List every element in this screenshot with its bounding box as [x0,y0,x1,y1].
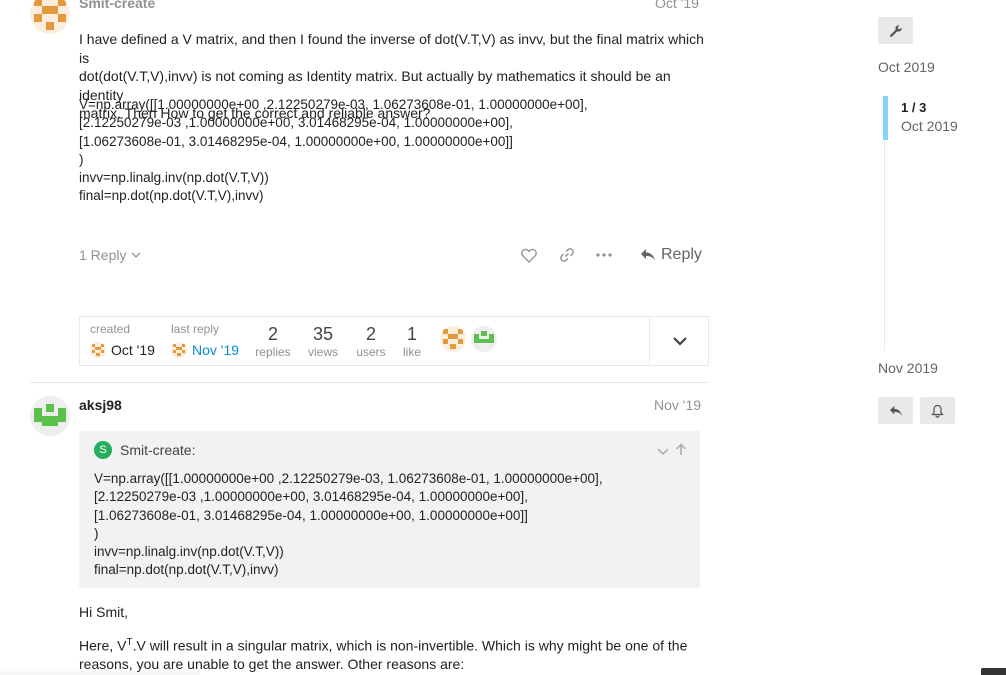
avatar-aksj98[interactable] [30,396,70,436]
topic-map-expand-button[interactable] [649,317,710,365]
post-code: V=np.array([[1.00000000e+00 ,2.12250279e… [79,96,588,206]
post-divider [30,382,710,383]
avatar-smit-create[interactable] [30,0,70,34]
identicon-green-icon [30,396,70,436]
code-line: invv=np.linalg.inv(np.dot(V.T,V)) [94,544,284,560]
stat-likes: 1 like [393,324,431,359]
stat-label: users [356,345,386,359]
last-reply-info[interactable]: Nov '19 [171,342,239,358]
chevron-down-icon [132,252,141,258]
participant-avatar[interactable] [471,326,497,352]
identicon-orange-icon [30,0,70,34]
code-line: [2.12250279e-03 ,1.00000000e+00, 3.01468… [79,115,513,131]
body-text: Here, V [79,637,127,654]
reply-button[interactable]: Reply [640,246,702,264]
stat-label: replies [255,345,291,359]
greeting: Hi Smit, [79,604,128,620]
admin-wrench-button[interactable] [878,17,913,44]
stat-number: 2 [365,324,376,344]
quote-author: Smit-create: [120,442,196,458]
ellipsis-icon [596,253,612,257]
code-line: final=np.dot(np.dot(V.T,V),invv) [94,562,279,578]
timeline-reply-button[interactable] [878,397,913,424]
replies-toggle-label: 1 Reply [79,247,127,263]
created-info[interactable]: Oct '19 [90,342,155,358]
stat-number: 1 [406,324,417,344]
identicon-small-icon [90,342,106,358]
timeline-start-date[interactable]: Oct 2019 [878,59,935,75]
arrow-up-icon [675,443,687,455]
code-line: [1.06273608e-01, 3.01468295e-04, 1.00000… [79,133,513,149]
post-body: Here, VT.V will result in a singular mat… [79,634,719,674]
code-line: [2.12250279e-03 ,1.00000000e+00, 3.01468… [94,489,528,505]
body-text: .V will result in a singular matrix, whi… [132,637,688,654]
last-reply-date: Nov '19 [192,342,240,358]
chevron-down-icon [657,448,669,456]
stat-label: views [307,345,338,359]
stat-views: 35 views [303,324,343,359]
timeline-position: 1 / 3 [901,100,927,115]
body-line: Here, VT.V will result in a singular mat… [79,634,719,655]
created-label: created [90,322,131,336]
stat-replies: 2 replies [253,324,293,359]
reply-arrow-icon [641,249,655,261]
post-date[interactable]: Oct '19 [655,0,699,11]
timeline-position-date: Oct 2019 [901,118,958,134]
quote-code: V=np.array([[1.00000000e+00 ,2.12250279e… [94,470,603,580]
created-date: Oct '19 [111,342,155,358]
post-author[interactable]: aksj98 [79,397,122,413]
reply-label: Reply [661,246,702,263]
code-line: V=np.array([[1.00000000e+00 ,2.12250279e… [79,97,588,112]
identicon-green-icon [471,326,497,352]
replies-toggle[interactable]: 1 Reply [79,247,141,263]
stat-users: 2 users [351,324,391,359]
reply-arrow-icon [889,405,902,416]
identicon-small-icon [171,342,187,358]
quote-jump-button[interactable] [675,443,687,456]
share-link-button[interactable] [555,245,579,265]
code-line: [1.06273608e-01, 3.01468295e-04, 1.00000… [94,507,528,523]
bell-icon [931,404,944,418]
corner-widget[interactable] [981,668,1006,675]
code-line: ) [79,151,84,167]
quote-author-avatar: S [94,441,112,459]
last-reply-label: last reply [171,322,220,336]
post-author[interactable]: Smit-create [79,0,155,11]
more-actions-button[interactable] [592,245,616,265]
code-line: V=np.array([[1.00000000e+00 ,2.12250279e… [94,471,603,486]
timeline-end-date[interactable]: Nov 2019 [878,360,938,376]
post-date[interactable]: Nov '19 [654,397,701,413]
stat-label: like [402,345,421,359]
code-line: ) [94,525,99,541]
code-line: invv=np.linalg.inv(np.dot(V.T,V)) [79,170,269,186]
like-button[interactable] [517,245,541,265]
heart-icon [521,248,537,263]
chevron-down-icon [673,337,687,346]
bottom-edge-shadow [0,669,200,675]
wrench-icon [889,24,902,37]
link-icon [560,248,574,262]
timeline-scroller[interactable] [883,96,888,140]
quote-block: S Smit-create: V=np.array([[1.00000000e+… [79,431,700,588]
quote-header[interactable]: S Smit-create: [94,441,195,459]
participant-avatar[interactable] [440,326,466,352]
quote-expand-button[interactable] [657,444,669,456]
notifications-button[interactable] [920,397,955,424]
body-line: I have defined a V matrix, and then I fo… [79,31,704,66]
code-line: final=np.dot(np.dot(V.T,V),invv) [79,188,264,204]
identicon-orange-icon [440,326,466,352]
stat-number: 35 [312,324,334,344]
stat-number: 2 [267,324,278,344]
topic-map: created Oct '19 last reply Nov '19 2 rep… [79,316,709,366]
